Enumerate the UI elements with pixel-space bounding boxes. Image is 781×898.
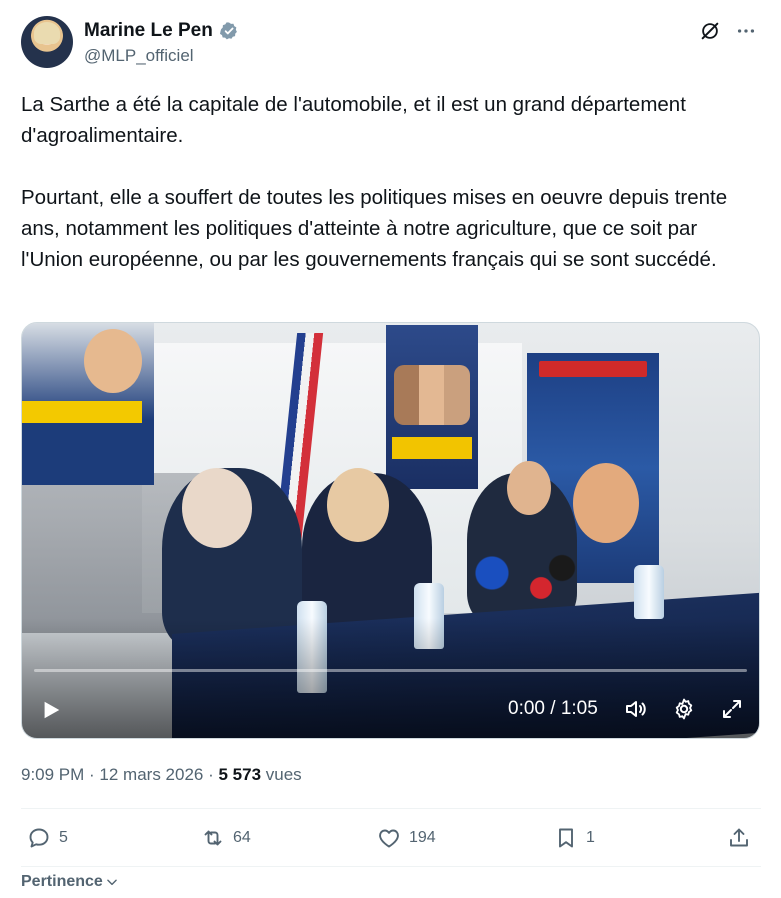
action-bar: 5 64 194 1 (21, 826, 761, 858)
video-controls: 0:00 / 1:05 (22, 691, 759, 727)
display-name[interactable]: Marine Le Pen (84, 20, 213, 42)
retweet-button[interactable]: 64 (201, 826, 251, 850)
views-label: vues (261, 765, 302, 784)
tweet-header: Marine Le Pen @MLP_officiel (21, 16, 761, 70)
poster-band (392, 437, 472, 459)
sort-label: Pertinence (21, 873, 103, 890)
bookmark-button[interactable]: 1 (554, 826, 595, 850)
campaign-poster-left (22, 323, 154, 485)
divider (21, 808, 761, 809)
handle[interactable]: @MLP_officiel (84, 46, 194, 66)
share-button[interactable] (727, 826, 751, 850)
video-progress-bar[interactable] (34, 669, 747, 672)
more-icon[interactable] (735, 20, 757, 42)
play-icon[interactable] (40, 699, 62, 721)
video-player[interactable]: 0:00 / 1:05 (21, 322, 760, 739)
settings-icon[interactable] (672, 697, 696, 721)
water-bottle (634, 565, 664, 619)
views-count: 5 573 (218, 765, 262, 784)
speaker-right-head (507, 461, 551, 515)
poster-face (84, 329, 142, 393)
retweet-count: 64 (233, 829, 251, 846)
name-row: Marine Le Pen (84, 20, 239, 42)
share-icon (730, 828, 748, 847)
like-count: 194 (409, 829, 436, 846)
chevron-down-icon (107, 879, 117, 886)
reply-button[interactable]: 5 (27, 826, 68, 850)
campaign-poster-center (386, 325, 478, 489)
speaker-left-head (182, 468, 252, 548)
reply-count: 5 (59, 829, 68, 846)
poster-face (573, 463, 639, 543)
bookmark-count: 1 (586, 829, 595, 846)
retweet-icon (204, 830, 222, 846)
divider (21, 866, 761, 867)
top-icons (699, 20, 757, 42)
avatar-hair (34, 22, 60, 44)
verified-badge-icon[interactable] (219, 21, 239, 41)
speaker-center-head (327, 468, 389, 542)
sort-dropdown[interactable]: Pertinence (21, 873, 119, 891)
meta-separator: · (84, 765, 100, 784)
poster-faces (394, 365, 470, 425)
like-button[interactable]: 194 (377, 826, 436, 850)
volume-icon[interactable] (624, 697, 648, 721)
bookmark-icon (559, 828, 573, 848)
tweet-date[interactable]: 12 mars 2026 (99, 765, 203, 784)
reply-icon (29, 828, 49, 848)
avatar[interactable] (21, 16, 73, 68)
tweet-text: La Sarthe a été la capitale de l'automob… (21, 93, 728, 271)
grok-icon[interactable] (699, 20, 721, 42)
fullscreen-icon[interactable] (720, 697, 744, 721)
poster-title-band (539, 361, 647, 377)
tweet-time[interactable]: 9:09 PM (21, 765, 84, 784)
meta-separator: · (203, 765, 219, 784)
tweet-meta: 9:09 PM · 12 mars 2026 · 5 573 vues (21, 765, 302, 785)
video-time: 0:00 / 1:05 (508, 698, 598, 719)
heart-icon (379, 829, 399, 848)
poster-stripe (22, 401, 142, 423)
